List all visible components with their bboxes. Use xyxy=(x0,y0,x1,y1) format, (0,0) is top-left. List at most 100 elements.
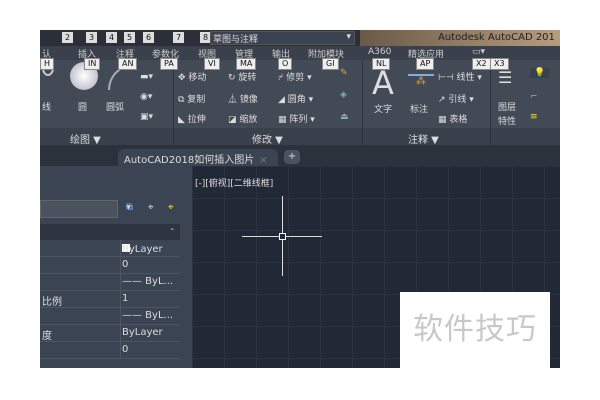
boundary-icon[interactable]: ▣▾ xyxy=(140,112,153,122)
property-row[interactable]: 0 xyxy=(40,342,180,359)
quick-access-2[interactable]: 2 xyxy=(62,32,73,43)
quick-access-5[interactable]: 5 xyxy=(124,32,135,43)
trim-button[interactable]: ⌿ 修剪 ▾ xyxy=(278,70,312,83)
keytip-gi: GI xyxy=(322,58,339,70)
quick-access-3[interactable]: 3 xyxy=(86,32,97,43)
trim-label: 修剪 xyxy=(286,73,305,83)
leader-icon: ↗ xyxy=(438,95,449,105)
rotate-icon: ↻ xyxy=(228,73,239,83)
property-row[interactable]: —— ByL... xyxy=(40,308,180,325)
scale-label: 缩放 xyxy=(239,115,258,125)
explode-icon[interactable]: ◈ xyxy=(340,90,347,100)
property-value-text: ByLayer xyxy=(122,244,163,255)
keytip-nl: NL xyxy=(372,58,391,70)
layer-bulb-icon[interactable]: 💡 xyxy=(530,68,550,78)
circle-label[interactable]: 圆 xyxy=(78,100,87,113)
modify-panel-label[interactable]: 修改 ▼ xyxy=(252,131,283,146)
copy-label: 复制 xyxy=(187,95,206,105)
array-label: 阵列 xyxy=(289,115,308,125)
layer-state-icon[interactable]: ≡ xyxy=(530,112,538,122)
property-value: —— ByL... xyxy=(122,310,174,321)
polyline-label[interactable]: 线 xyxy=(42,100,51,113)
rotate-button[interactable]: ↻ 旋转 xyxy=(228,70,256,83)
general-section-header[interactable]: - xyxy=(40,224,180,240)
keytip-h: H xyxy=(40,58,55,70)
draw-panel-label[interactable]: 绘图 ▼ xyxy=(70,131,101,146)
workspace-dropdown[interactable]: 草图与注释 ▾ xyxy=(210,31,355,45)
linear-icon: ⊢⊣ xyxy=(438,73,457,83)
watermark: 软件技巧 xyxy=(400,292,550,368)
copy-icon: ⧉ xyxy=(178,95,188,105)
hatch-icon[interactable]: ◉▾ xyxy=(140,92,152,102)
table-button[interactable]: ▦ 表格 xyxy=(438,112,467,125)
close-icon[interactable]: × xyxy=(259,155,267,166)
quick-select-icon[interactable]: ⌖ xyxy=(168,202,174,213)
offset-icon[interactable]: ⏏ xyxy=(340,112,349,122)
tab-more-icon[interactable]: ▭▾ xyxy=(472,47,485,57)
keytip-o: O xyxy=(278,58,293,70)
copy-button[interactable]: ⧉ 复制 xyxy=(178,92,205,105)
property-value: 1 xyxy=(122,293,129,304)
document-tab-bar: AutoCAD2018如何插入图片 × + xyxy=(40,145,560,166)
stretch-button[interactable]: ◣ 拉伸 xyxy=(178,112,206,125)
linear-button[interactable]: ⊢⊣ 线性 ▾ xyxy=(438,70,482,83)
quick-access-4[interactable]: 4 xyxy=(106,32,117,43)
property-label: 度 xyxy=(42,331,52,342)
move-label: 移动 xyxy=(188,73,207,83)
array-icon: ▦ xyxy=(278,115,290,125)
move-icon: ✥ xyxy=(178,73,189,83)
fillet-button[interactable]: ◢ 圆角 ▾ xyxy=(278,92,313,105)
viewport-controls[interactable]: [-][俯视][二维线框] xyxy=(195,176,273,189)
workspace-label: 草图与注释 xyxy=(213,35,259,45)
property-value: ByLayer xyxy=(122,327,163,338)
document-tab[interactable]: AutoCAD2018如何插入图片 × xyxy=(118,149,278,166)
quick-access-7[interactable]: 7 xyxy=(173,32,184,43)
layer-tool-icon[interactable]: ⌐ xyxy=(530,92,538,102)
stretch-icon: ◣ xyxy=(178,115,188,125)
property-value: —— ByL... xyxy=(122,276,174,287)
keytip-x2: X2 xyxy=(472,58,491,70)
leader-label: 引线 xyxy=(448,95,467,105)
erase-icon[interactable]: ✎ xyxy=(340,68,348,78)
move-button[interactable]: ✥ 移动 xyxy=(178,70,206,83)
layer-properties-icon[interactable]: ☰ xyxy=(498,68,512,87)
collapse-icon[interactable]: - xyxy=(170,224,174,235)
chevron-down-icon: ▾ xyxy=(346,32,351,42)
leader-button[interactable]: ↗ 引线 ▾ xyxy=(438,92,474,105)
property-row[interactable]: ByLayer xyxy=(40,240,180,257)
property-row[interactable]: 比例 1 xyxy=(40,291,180,308)
keytip-x3: X3 xyxy=(490,58,509,70)
dimension-label[interactable]: 标注 xyxy=(410,102,428,115)
rectangle-icon[interactable]: ▬▾ xyxy=(140,72,153,82)
scale-icon: ◪ xyxy=(228,115,240,125)
select-objects-icon[interactable]: ⌖ xyxy=(148,202,154,213)
keytip-pa: PA xyxy=(160,58,178,70)
scale-button[interactable]: ◪ 缩放 xyxy=(228,112,257,125)
panel-divider xyxy=(173,60,174,145)
selection-dropdown[interactable]: ▾ xyxy=(40,200,131,218)
property-value: 0 xyxy=(122,259,129,270)
properties-palette: ▾ ⧉ ⌖ ⌖ - ByLayer 0 —— ByL... 比例 1 —— ByL… xyxy=(40,166,192,368)
property-row[interactable]: 度 ByLayer xyxy=(40,325,180,342)
toggle-pickadd-icon[interactable]: ⧉ xyxy=(126,202,133,213)
arc-label[interactable]: 圆弧 xyxy=(106,100,124,113)
mirror-label: 镜像 xyxy=(239,95,258,105)
keytip-an: AN xyxy=(118,58,138,70)
property-row[interactable]: 0 xyxy=(40,257,180,274)
text-label[interactable]: 文字 xyxy=(374,102,392,115)
annotation-panel-label[interactable]: 注释 ▼ xyxy=(408,131,439,146)
panel-divider xyxy=(362,60,363,145)
tab-a360[interactable]: A360 xyxy=(368,47,391,57)
keytip-ma: MA xyxy=(236,58,257,70)
panel-divider xyxy=(490,60,491,145)
layer-label-2[interactable]: 特性 xyxy=(498,114,516,127)
layer-label-1[interactable]: 图层 xyxy=(498,100,516,113)
keytip-vi: VI xyxy=(204,58,220,70)
title-bar: 2 3 4 5 6 7 8 草图与注释 ▾ Autodesk AutoCAD 20… xyxy=(40,30,560,46)
dimension-icon[interactable]: ⁂ xyxy=(408,74,434,94)
new-tab-button[interactable]: + xyxy=(284,150,300,164)
mirror-button[interactable]: ⏅ 镜像 xyxy=(228,92,258,105)
quick-access-6[interactable]: 6 xyxy=(143,32,154,43)
array-button[interactable]: ▦ 阵列 ▾ xyxy=(278,112,315,125)
property-row[interactable]: —— ByL... xyxy=(40,274,180,291)
